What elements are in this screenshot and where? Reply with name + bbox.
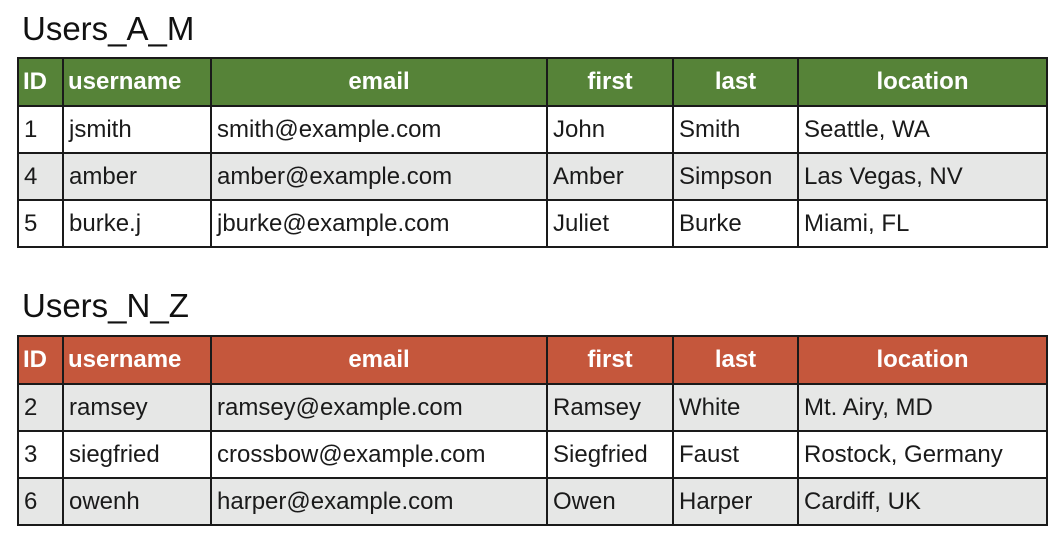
cell-first: Owen	[546, 477, 674, 526]
column-header-id: ID	[17, 335, 64, 385]
cell-username: jsmith	[62, 105, 212, 154]
cell-last: Smith	[672, 105, 799, 154]
column-header-last: last	[672, 335, 799, 385]
users-n-z-table: ID username email first last location 2 ramsey…	[17, 335, 1048, 526]
cell-last: Burke	[672, 199, 799, 248]
users-a-m-table: ID username email first last location 1 jsmith…	[17, 57, 1048, 248]
cell-location: Seattle, WA	[797, 105, 1048, 154]
column-header-last: last	[672, 57, 799, 107]
column-header-email: email	[210, 335, 548, 385]
column-header-id: ID	[17, 57, 64, 107]
table-row: 5 burke.j jburke@example.com Juliet Burke Mia…	[17, 199, 1048, 248]
cell-location: Mt. Airy, MD	[797, 383, 1048, 432]
column-header-username: username	[62, 335, 212, 385]
cell-id: 4	[17, 152, 64, 201]
table-title-users-n-z: Users_N_Z	[22, 287, 189, 324]
cell-last: Simpson	[672, 152, 799, 201]
cell-username: amber	[62, 152, 212, 201]
table-title-users-a-m: Users_A_M	[22, 10, 195, 47]
cell-email: amber@example.com	[210, 152, 548, 201]
cell-first: John	[546, 105, 674, 154]
column-header-first: first	[546, 57, 674, 107]
column-header-location: location	[797, 335, 1048, 385]
cell-id: 3	[17, 430, 64, 479]
cell-email: ramsey@example.com	[210, 383, 548, 432]
column-header-location: location	[797, 57, 1048, 107]
cell-email: crossbow@example.com	[210, 430, 548, 479]
header-row: ID username email first last location	[17, 335, 1048, 385]
cell-username: siegfried	[62, 430, 212, 479]
column-header-username: username	[62, 57, 212, 107]
cell-location: Cardiff, UK	[797, 477, 1048, 526]
cell-first: Juliet	[546, 199, 674, 248]
cell-username: owenh	[62, 477, 212, 526]
cell-id: 1	[17, 105, 64, 154]
table-row: 6 owenh harper@example.com Owen Harper Cardif…	[17, 477, 1048, 526]
header-row: ID username email first last location	[17, 57, 1048, 107]
cell-id: 5	[17, 199, 64, 248]
cell-last: White	[672, 383, 799, 432]
cell-location: Las Vegas, NV	[797, 152, 1048, 201]
cell-first: Siegfried	[546, 430, 674, 479]
cell-id: 6	[17, 477, 64, 526]
cell-email: smith@example.com	[210, 105, 548, 154]
table-row: 2 ramsey ramsey@example.com Ramsey White Mt. …	[17, 383, 1048, 432]
cell-email: jburke@example.com	[210, 199, 548, 248]
cell-location: Miami, FL	[797, 199, 1048, 248]
table-row: 3 siegfried crossbow@example.com Siegfried F…	[17, 430, 1048, 479]
cell-username: burke.j	[62, 199, 212, 248]
table-row: 1 jsmith smith@example.com John Smith Seattle…	[17, 105, 1048, 154]
table-row: 4 amber amber@example.com Amber Simpson Las V…	[17, 152, 1048, 201]
cell-location: Rostock, Germany	[797, 430, 1048, 479]
cell-first: Ramsey	[546, 383, 674, 432]
column-header-email: email	[210, 57, 548, 107]
cell-last: Faust	[672, 430, 799, 479]
column-header-first: first	[546, 335, 674, 385]
cell-username: ramsey	[62, 383, 212, 432]
cell-last: Harper	[672, 477, 799, 526]
cell-first: Amber	[546, 152, 674, 201]
cell-email: harper@example.com	[210, 477, 548, 526]
cell-id: 2	[17, 383, 64, 432]
